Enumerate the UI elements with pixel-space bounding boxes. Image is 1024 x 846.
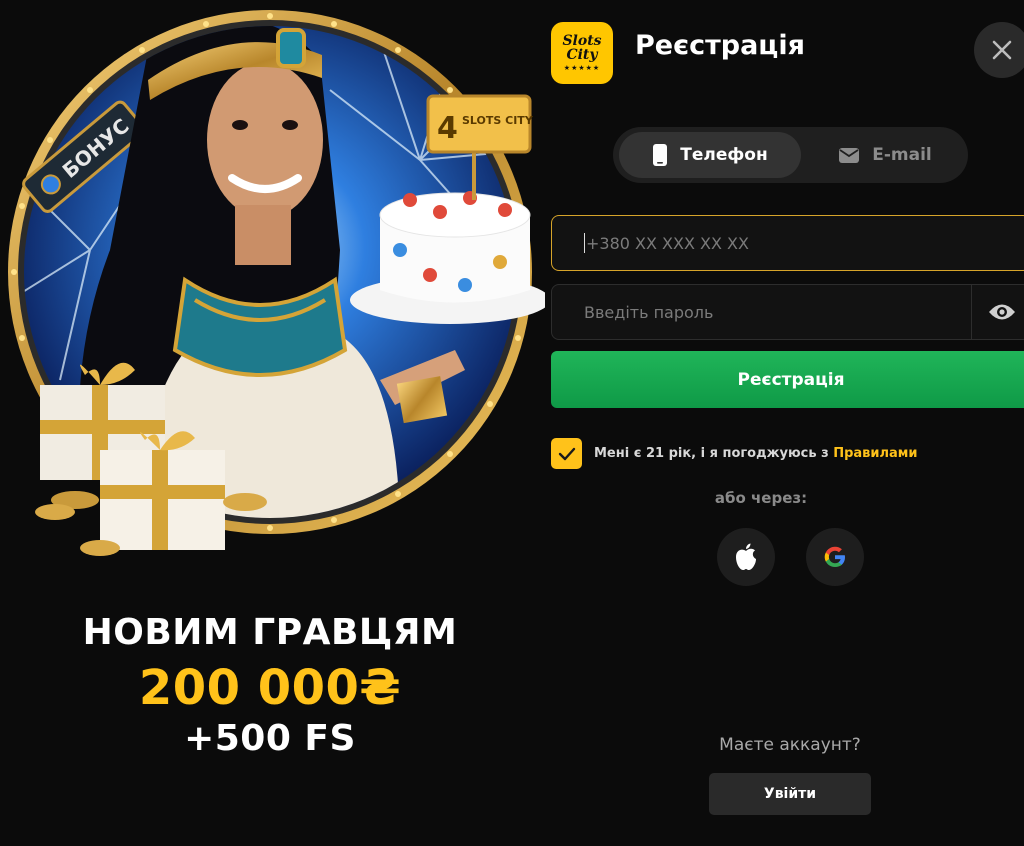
promo-free-spins: +500 FS [184,718,356,759]
login-button[interactable]: Увійти [709,773,871,815]
text-cursor [584,233,585,253]
tab-phone-label: Телефон [680,145,768,165]
registration-modal: БОНУС 4 SLOTS CITY НОВИМ ГРАВЦЯМ 200 000… [0,0,1024,846]
eye-icon [988,304,1015,320]
checkmark-icon [558,447,575,460]
social-divider: або через: [551,489,1024,507]
promo-panel: БОНУС 4 SLOTS CITY НОВИМ ГРАВЦЯМ 200 000… [0,0,545,846]
google-login-button[interactable] [806,528,864,586]
slots-city-logo: Slots City ★★★★★ [551,22,613,84]
apple-icon [736,543,756,570]
have-account-text: Маєте аккаунт? [719,735,861,755]
mail-icon [839,147,860,163]
logo-stars: ★★★★★ [563,64,601,72]
password-input[interactable]: Введіть пароль [551,284,1024,340]
close-button[interactable] [974,22,1024,78]
phone-placeholder: +380 XX XXX XX XX [586,233,749,253]
terms-agreement: Мені є 21 рік, і я погоджуюсь з Правилам… [551,438,918,469]
terms-checkbox[interactable] [551,438,582,469]
tab-email[interactable]: E-mail [809,132,961,178]
tab-email-label: E-mail [872,145,932,165]
terms-text: Мені є 21 рік, і я погоджуюсь з Правилам… [594,446,918,461]
sign-number: 4 [437,111,458,146]
modal-title: Реєстрація [635,30,805,61]
close-icon [992,40,1012,60]
sign-text: SLOTS CITY [462,114,534,127]
password-placeholder: Введіть пароль [584,302,714,322]
toggle-password-visibility[interactable] [971,284,1024,340]
logo-text-line1: Slots [562,33,602,49]
phone-icon [653,144,668,166]
terms-text-main: Мені є 21 рік, і я погоджуюсь з [594,446,834,461]
apple-login-button[interactable] [717,528,775,586]
promo-headline: НОВИМ ГРАВЦЯМ [82,612,458,653]
logo-text-line2: City [566,47,598,63]
registration-method-tabs: Телефон E-mail [613,127,968,183]
google-icon [824,546,845,567]
rules-link[interactable]: Правилами [833,446,917,461]
register-button[interactable]: Реєстрація [551,351,1024,408]
tab-phone[interactable]: Телефон [619,132,801,178]
phone-input[interactable]: +380 XX XXX XX XX [551,215,1024,271]
promo-illustration: БОНУС 4 SLOTS CITY [8,10,545,556]
or-via-label: або через: [714,489,808,507]
promo-bonus-amount: 200 000₴ [138,660,402,716]
